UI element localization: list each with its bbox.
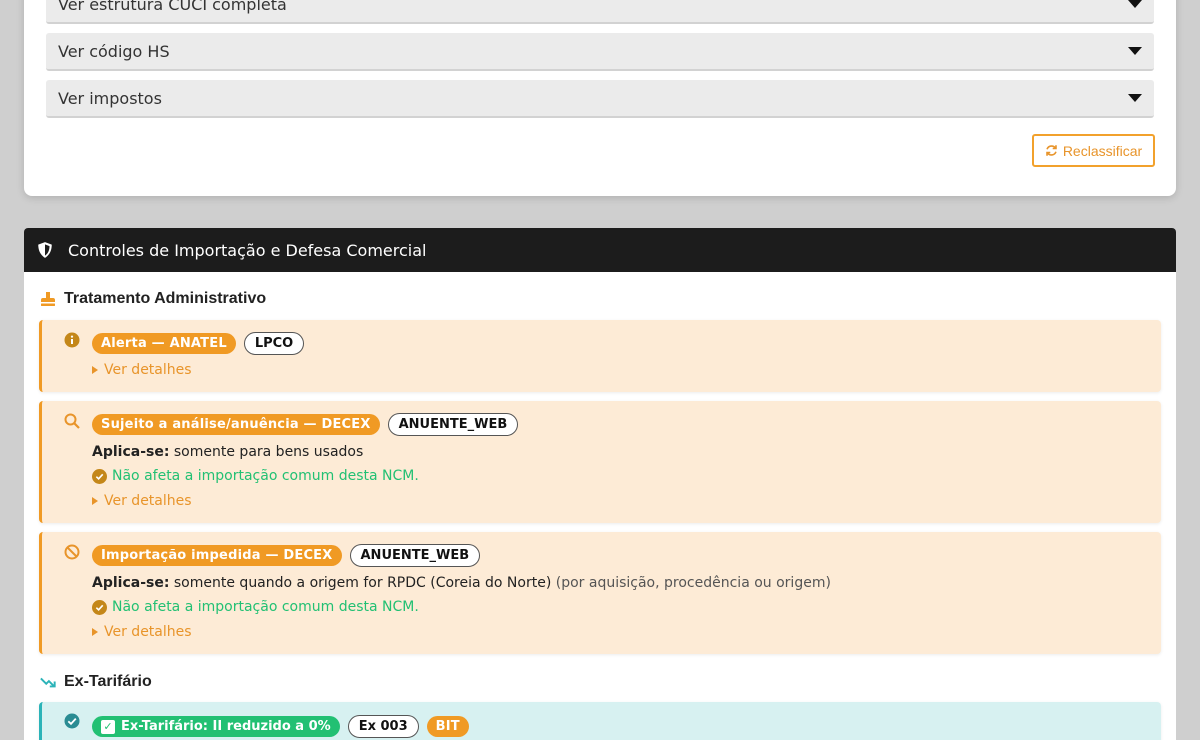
triangle-right-icon	[92, 366, 98, 374]
badge-group: Alerta — ANATEL LPCO	[92, 332, 305, 355]
search-icon	[64, 413, 80, 429]
accordion-label: Ver impostos	[58, 88, 162, 108]
caret-down-icon	[1128, 0, 1142, 8]
caret-down-icon	[1128, 94, 1142, 102]
control-item-anatel: Alerta — ANATEL LPCO Ver detalhes	[39, 320, 1161, 392]
section-title-text: Tratamento Administrativo	[64, 290, 267, 307]
ok-text: Não afeta a importação comum desta NCM.	[112, 599, 419, 615]
details-toggle[interactable]: Ver detalhes	[92, 362, 192, 378]
details-label: Ver detalhes	[104, 624, 192, 640]
section-admin-title: Tratamento Administrativo	[40, 290, 266, 308]
badge-group: Sujeito a análise/anuência — DECEX ANUEN…	[92, 413, 519, 436]
ok-text: Não afeta a importação comum desta NCM.	[112, 468, 419, 484]
status-badge: Sujeito a análise/anuência — DECEX	[92, 414, 380, 435]
tag-badge: ANUENTE_WEB	[387, 413, 519, 436]
accordion-label: Ver código HS	[58, 41, 170, 61]
status-badge: Alerta — ANATEL	[92, 333, 236, 354]
details-label: Ver detalhes	[104, 493, 192, 509]
triangle-right-icon	[92, 497, 98, 505]
tag-badge-bit: BIT	[426, 716, 469, 737]
applies-label: Aplica-se:	[92, 444, 170, 460]
ok-line: Não afeta a importação comum desta NCM.	[92, 468, 419, 484]
section-ex-tarifario-title: Ex-Tarifário	[40, 673, 152, 691]
accordion-hs-code[interactable]: Ver código HS	[46, 33, 1154, 71]
ex-tarifario-item: ✓ Ex-Tarifário: II reduzido a 0% Ex 003 …	[39, 702, 1161, 740]
applies-line: Aplica-se: somente para bens usados	[92, 444, 363, 460]
applies-label: Aplica-se:	[92, 575, 170, 591]
ex-status-badge: ✓ Ex-Tarifário: II reduzido a 0%	[92, 716, 340, 737]
details-toggle[interactable]: Ver detalhes	[92, 493, 192, 509]
info-circle-icon	[64, 332, 80, 348]
triangle-right-icon	[92, 628, 98, 636]
caret-down-icon	[1128, 47, 1142, 55]
status-badge: Importação impedida — DECEX	[92, 545, 342, 566]
applies-note: (por aquisição, procedência ou origem)	[555, 575, 831, 591]
applies-text: somente para bens usados	[173, 444, 364, 460]
accordion-taxes[interactable]: Ver impostos	[46, 80, 1154, 118]
check-circle-icon	[64, 713, 80, 729]
ex-status-text: Ex-Tarifário: II reduzido a 0%	[121, 719, 331, 734]
badge-group: ✓ Ex-Tarifário: II reduzido a 0% Ex 003 …	[92, 715, 469, 738]
shield-icon	[38, 242, 52, 258]
applies-line: Aplica-se: somente quando a origem for R…	[92, 575, 831, 591]
applies-text: somente quando a origem for RPDC (Coreia…	[173, 575, 552, 591]
reclassify-label: Reclassificar	[1062, 142, 1143, 159]
ban-icon	[64, 544, 80, 560]
stamp-icon	[41, 292, 55, 306]
trend-down-icon	[40, 677, 56, 688]
check-circle-icon	[92, 468, 107, 484]
card-header: Controles de Importação e Defesa Comerci…	[24, 228, 1176, 272]
import-controls-card: Controles de Importação e Defesa Comerci…	[24, 228, 1176, 740]
accordion-label: Ver estrutura CUCI completa	[58, 0, 287, 14]
ok-line: Não afeta a importação comum desta NCM.	[92, 599, 419, 615]
details-label: Ver detalhes	[104, 362, 192, 378]
control-item-decex-blocked: Importação impedida — DECEX ANUENTE_WEB …	[39, 532, 1161, 654]
reclassify-button[interactable]: Reclassificar	[1032, 134, 1155, 167]
section-title-text: Ex-Tarifário	[64, 673, 152, 690]
details-toggle[interactable]: Ver detalhes	[92, 624, 192, 640]
control-item-decex-analysis: Sujeito a análise/anuência — DECEX ANUEN…	[39, 401, 1161, 523]
tag-badge: LPCO	[243, 332, 305, 355]
card-header-title: Controles de Importação e Defesa Comerci…	[68, 240, 427, 260]
check-circle-icon	[92, 599, 107, 615]
accordion-cuci-structure[interactable]: Ver estrutura CUCI completa	[46, 0, 1154, 24]
badge-group: Importação impedida — DECEX ANUENTE_WEB	[92, 544, 481, 567]
refresh-icon	[1046, 145, 1057, 156]
tag-badge: ANUENTE_WEB	[349, 544, 481, 567]
checkbox-checked-icon: ✓	[101, 719, 115, 734]
classification-card: Ver estrutura CUCI completa Ver código H…	[24, 0, 1176, 196]
tag-badge: Ex 003	[347, 715, 419, 738]
